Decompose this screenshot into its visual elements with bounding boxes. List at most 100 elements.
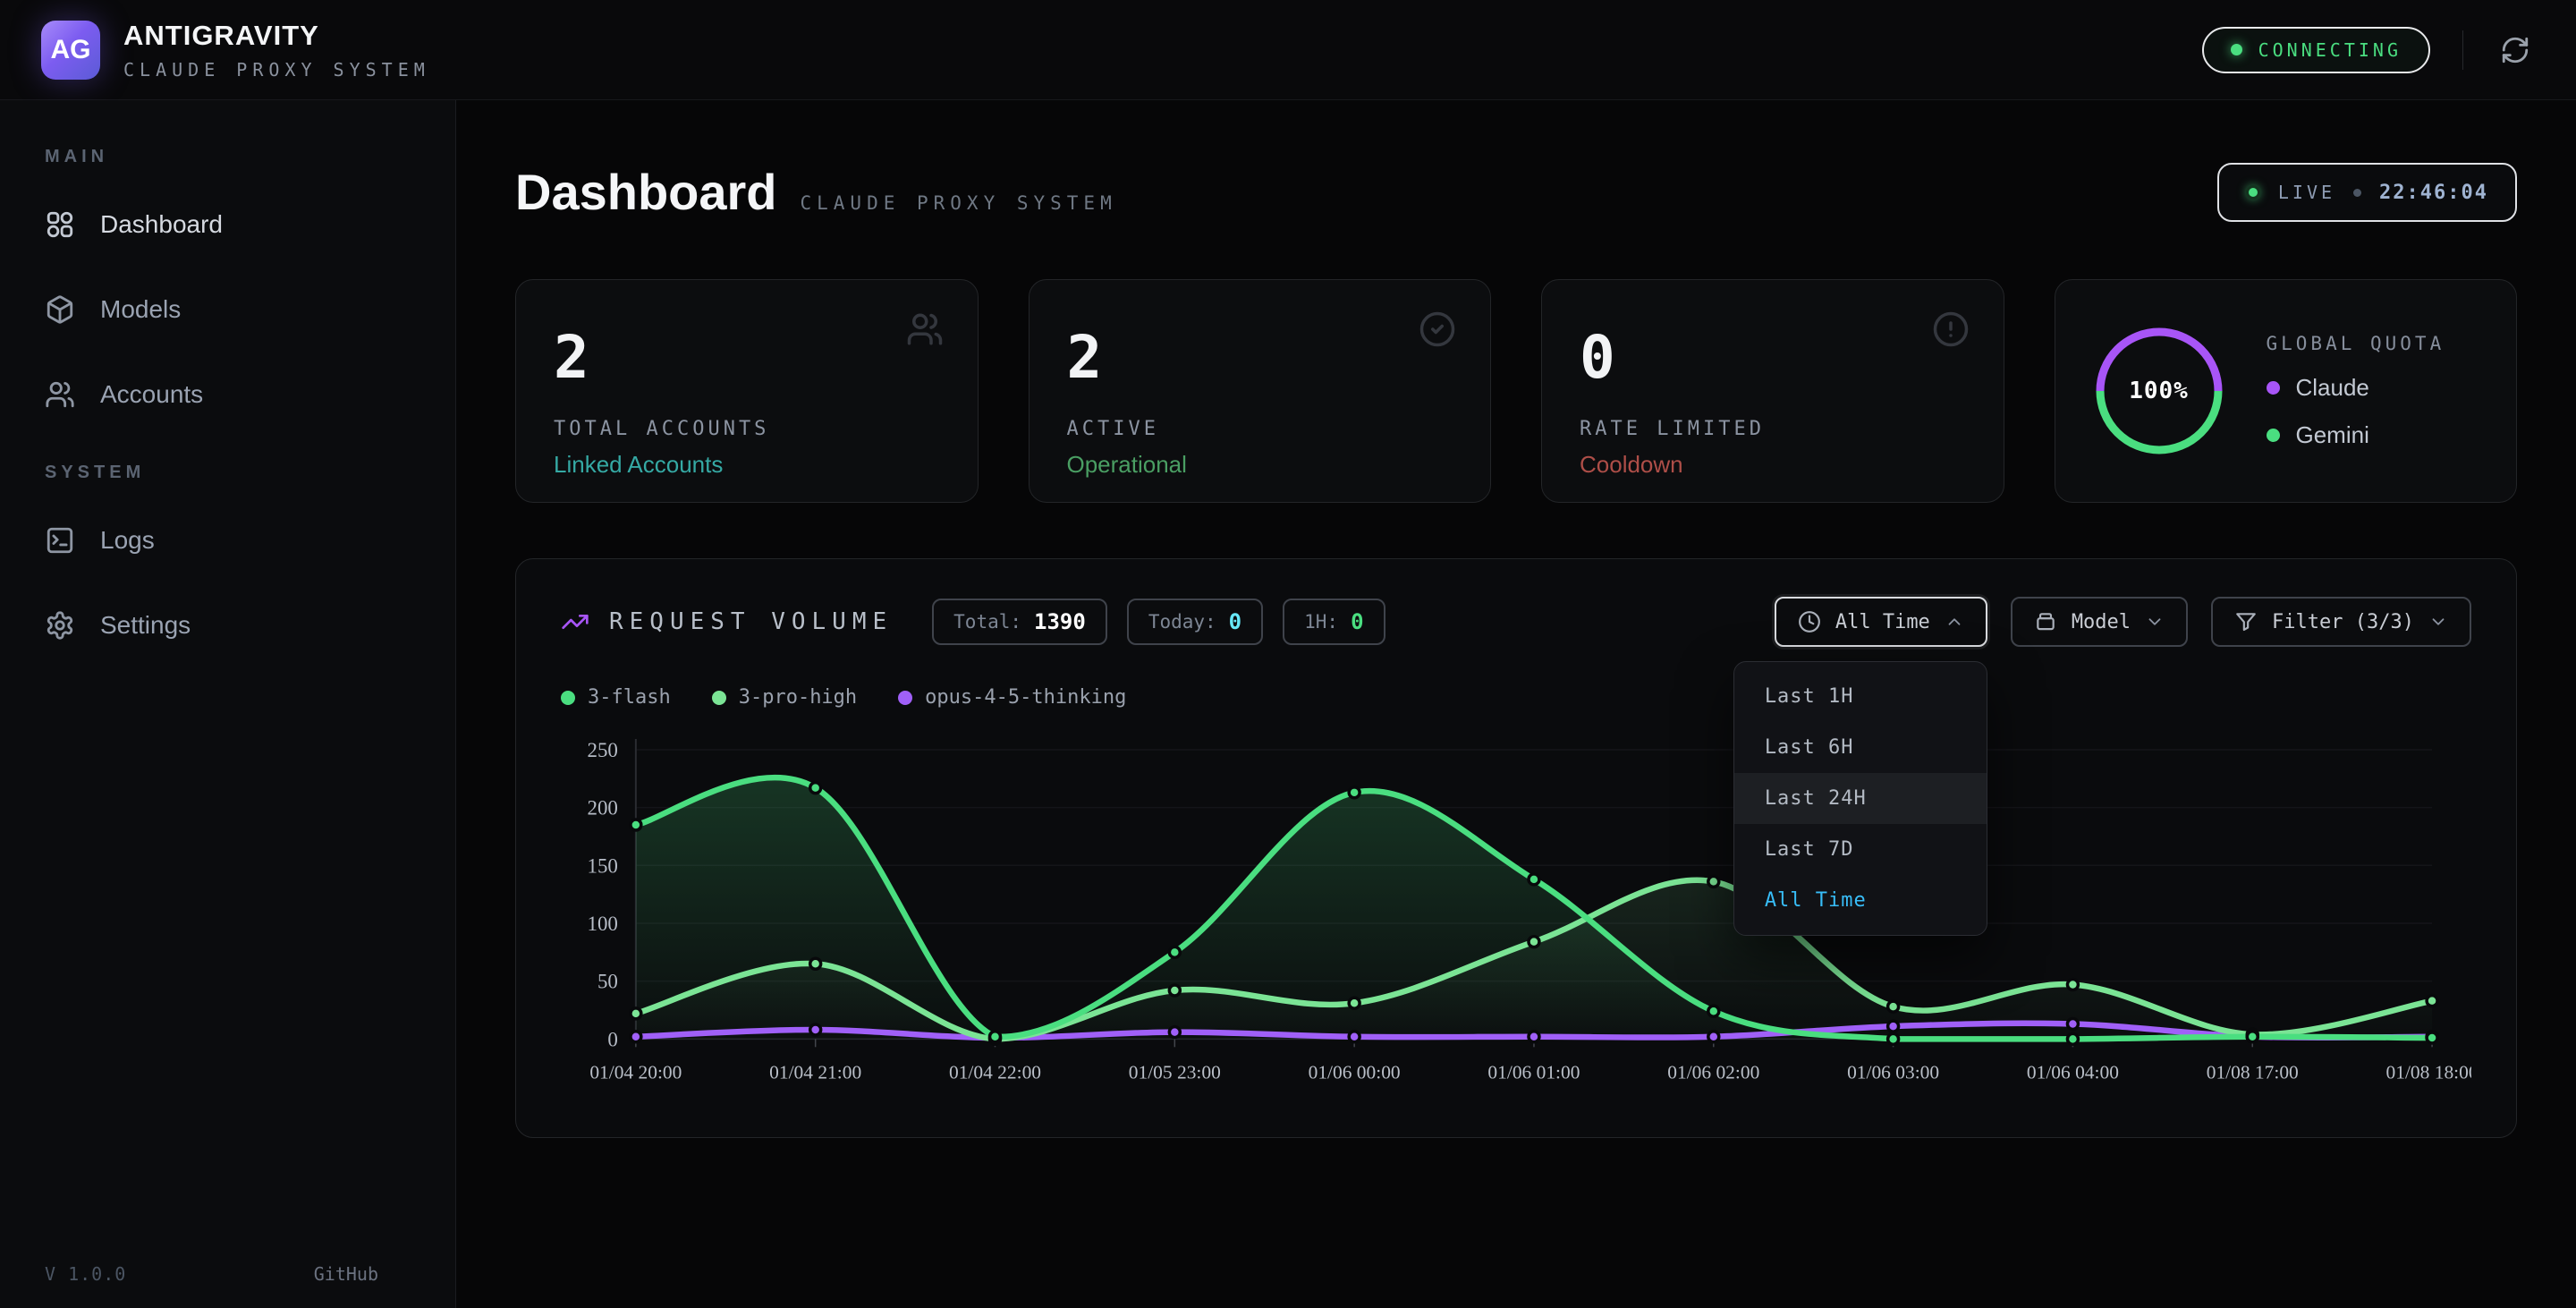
time-range-label: All Time bbox=[1835, 611, 1930, 633]
page-header: Dashboard CLAUDE PROXY SYSTEM LIVE 22:46… bbox=[515, 163, 2517, 222]
badge-label: 1H: bbox=[1304, 611, 1338, 633]
quota-legend-item: Gemini bbox=[2267, 421, 2445, 449]
chart-badge-1h: 1H: 0 bbox=[1283, 599, 1385, 645]
chart-title: REQUEST VOLUME bbox=[609, 608, 893, 635]
svg-text:50: 50 bbox=[597, 971, 618, 993]
svg-text:01/06 01:00: 01/06 01:00 bbox=[1487, 1061, 1580, 1083]
connection-status-badge: CONNECTING bbox=[2202, 27, 2430, 73]
stat-sublabel: Linked Accounts bbox=[554, 451, 940, 479]
filter-button[interactable]: Filter (3/3) bbox=[2211, 597, 2471, 647]
stat-label: ACTIVE bbox=[1067, 418, 1453, 440]
model-filter-button[interactable]: Model bbox=[2011, 597, 2188, 647]
sidebar-item-settings[interactable]: Settings bbox=[27, 593, 428, 658]
stat-card-active: 2 ACTIVE Operational bbox=[1029, 279, 1492, 503]
quota-ring: 100% bbox=[2091, 323, 2227, 459]
sidebar-item-label: Models bbox=[100, 295, 181, 324]
sidebar-section-main: MAIN Dashboard Models Accounts bbox=[27, 147, 428, 427]
sidebar-footer: V 1.0.0 GitHub bbox=[45, 1263, 378, 1285]
stat-sublabel: Operational bbox=[1067, 451, 1453, 479]
page-title: Dashboard bbox=[515, 163, 777, 221]
refresh-icon bbox=[2500, 35, 2530, 65]
stat-value: 0 bbox=[1580, 328, 1966, 387]
chart-badge-total: Total: 1390 bbox=[932, 599, 1107, 645]
sidebar-item-logs[interactable]: Logs bbox=[27, 508, 428, 573]
top-bar: AG ANTIGRAVITY CLAUDE PROXY SYSTEM CONNE… bbox=[0, 0, 2576, 100]
chart-stat-badges: Total: 1390Today: 01H: 0 bbox=[932, 599, 1385, 645]
stat-card-total-accounts: 2 TOTAL ACCOUNTS Linked Accounts bbox=[515, 279, 979, 503]
alert-circle-icon bbox=[1932, 310, 1970, 348]
svg-text:01/05 23:00: 01/05 23:00 bbox=[1129, 1061, 1221, 1083]
chart-header: REQUEST VOLUME Total: 1390Today: 01H: 0 … bbox=[561, 597, 2471, 647]
legend-item-3-pro-high: 3-pro-high bbox=[712, 686, 857, 709]
svg-text:150: 150 bbox=[587, 854, 617, 877]
app-subtitle: CLAUDE PROXY SYSTEM bbox=[123, 59, 430, 81]
legend-dot bbox=[712, 691, 726, 705]
users-icon bbox=[45, 379, 75, 410]
topbar-divider bbox=[2462, 30, 2463, 70]
line-chart-svg: 05010015020025001/04 20:0001/04 21:0001/… bbox=[561, 725, 2471, 1110]
svg-text:01/04 22:00: 01/04 22:00 bbox=[949, 1061, 1041, 1083]
connection-status-label: CONNECTING bbox=[2258, 39, 2402, 61]
sidebar-section-label: MAIN bbox=[27, 147, 428, 167]
legend-dot bbox=[898, 691, 912, 705]
sidebar-item-models[interactable]: Models bbox=[27, 277, 428, 342]
dropdown-item-all-time[interactable]: All Time bbox=[1734, 875, 1987, 926]
badge-value: 0 bbox=[1351, 609, 1363, 634]
legend-label: Gemini bbox=[2296, 421, 2369, 449]
quota-percent: 100% bbox=[2091, 323, 2227, 459]
dropdown-item-last-24h[interactable]: Last 24H bbox=[1734, 773, 1987, 824]
sidebar-item-label: Settings bbox=[100, 611, 191, 640]
stat-card-rate-limited: 0 RATE LIMITED Cooldown bbox=[1541, 279, 2004, 503]
chevron-down-icon bbox=[2428, 612, 2448, 632]
app-title: ANTIGRAVITY bbox=[123, 20, 430, 52]
github-link[interactable]: GitHub bbox=[314, 1263, 378, 1285]
svg-text:01/06 02:00: 01/06 02:00 bbox=[1667, 1061, 1759, 1083]
chevron-up-icon bbox=[1945, 612, 1964, 632]
sidebar-section-label: SYSTEM bbox=[27, 463, 428, 483]
check-circle-icon bbox=[1419, 310, 1456, 348]
legend-dot bbox=[2267, 429, 2280, 442]
svg-text:01/08 18:00: 01/08 18:00 bbox=[2386, 1061, 2471, 1083]
terminal-icon bbox=[45, 525, 75, 556]
quota-legend-item: Claude bbox=[2267, 374, 2445, 402]
dropdown-item-last-1h[interactable]: Last 1H bbox=[1734, 671, 1987, 722]
chevron-down-icon bbox=[2145, 612, 2165, 632]
connection-status-dot bbox=[2231, 44, 2242, 55]
badge-value: 0 bbox=[1229, 609, 1241, 634]
stat-sublabel: Cooldown bbox=[1580, 451, 1966, 479]
live-status-badge: LIVE 22:46:04 bbox=[2217, 163, 2517, 222]
live-separator-dot bbox=[2353, 189, 2361, 197]
live-status-dot bbox=[2246, 185, 2260, 200]
stat-label: TOTAL ACCOUNTS bbox=[554, 418, 940, 440]
time-range-button[interactable]: All Time bbox=[1775, 597, 1987, 647]
sidebar-item-accounts[interactable]: Accounts bbox=[27, 362, 428, 427]
filter-label: Filter (3/3) bbox=[2272, 611, 2414, 633]
page-subtitle: CLAUDE PROXY SYSTEM bbox=[801, 192, 1117, 214]
svg-text:01/06 04:00: 01/06 04:00 bbox=[2027, 1061, 2119, 1083]
dropdown-item-last-7d[interactable]: Last 7D bbox=[1734, 824, 1987, 875]
cube-icon bbox=[45, 294, 75, 325]
live-clock: 22:46:04 bbox=[2379, 182, 2488, 204]
time-range-dropdown: Last 1HLast 6HLast 24HLast 7DAll Time bbox=[1733, 661, 1987, 936]
refresh-button[interactable] bbox=[2496, 30, 2535, 70]
clock-icon bbox=[1798, 610, 1821, 633]
chart-actions: All Time Last 1HLast 6HLast 24HLast 7DAl… bbox=[1775, 597, 2471, 647]
stat-label: RATE LIMITED bbox=[1580, 418, 1966, 440]
request-volume-chart: 05010015020025001/04 20:0001/04 21:0001/… bbox=[561, 725, 2471, 1110]
box-icon bbox=[2034, 610, 2057, 633]
dropdown-item-last-6h[interactable]: Last 6H bbox=[1734, 722, 1987, 773]
svg-text:250: 250 bbox=[587, 739, 617, 761]
badge-label: Today: bbox=[1148, 611, 1216, 633]
legend-label: 3-flash bbox=[588, 686, 671, 709]
sidebar-item-dashboard[interactable]: Dashboard bbox=[27, 192, 428, 257]
svg-text:01/06 00:00: 01/06 00:00 bbox=[1309, 1061, 1401, 1083]
svg-text:0: 0 bbox=[607, 1028, 617, 1050]
svg-text:01/04 20:00: 01/04 20:00 bbox=[589, 1061, 682, 1083]
legend-item-opus-4-5-thinking: opus-4-5-thinking bbox=[898, 686, 1126, 709]
legend-dot bbox=[2267, 381, 2280, 395]
legend-label: Claude bbox=[2296, 374, 2369, 402]
svg-text:200: 200 bbox=[587, 797, 617, 820]
svg-text:01/04 21:00: 01/04 21:00 bbox=[769, 1061, 861, 1083]
app-version: V 1.0.0 bbox=[45, 1263, 126, 1285]
stat-value: 2 bbox=[1067, 328, 1453, 387]
